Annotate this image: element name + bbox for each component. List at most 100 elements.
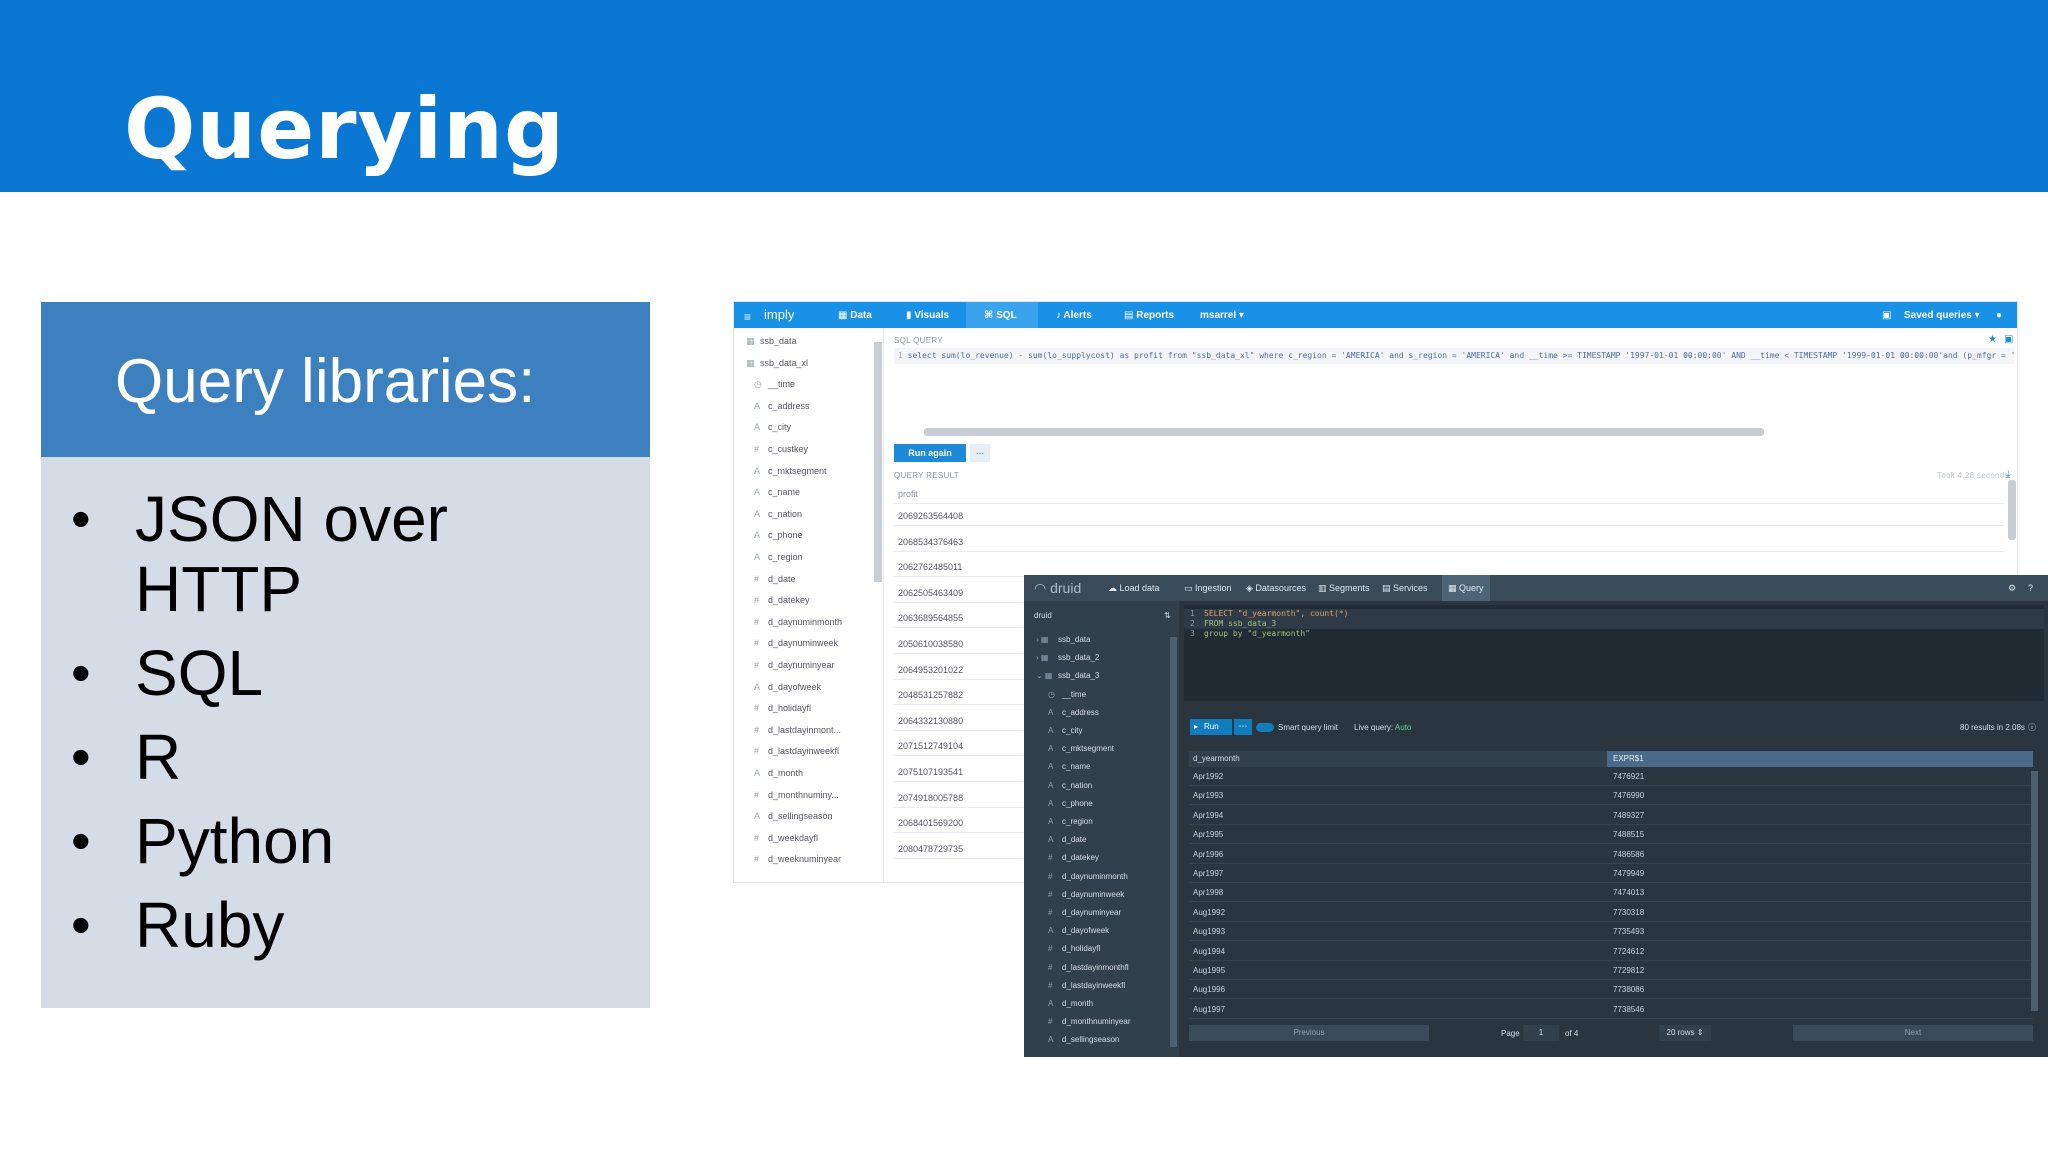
druid-sql-editor[interactable]: 1 SELECT "d_yearmonth", count(*) 2 FROM ss… xyxy=(1184,605,2044,701)
run-button[interactable]: ▸ Run xyxy=(1190,719,1232,735)
sidebar-item[interactable]: ◷ __time xyxy=(754,379,795,390)
sidebar-item[interactable]: # c_custkey xyxy=(754,444,808,454)
sidebar-item[interactable]: Ac_mktsegment xyxy=(1048,744,1114,753)
nav-reports[interactable]: ▤ Reports xyxy=(1124,310,1174,321)
live-query-label[interactable]: Live query: Auto xyxy=(1354,723,1411,732)
sidebar-item[interactable]: # d_holidayfl xyxy=(1048,944,1100,953)
sidebar-item[interactable]: # d_daynuminyear xyxy=(1048,908,1121,917)
nav-load-data[interactable]: ☁ Load data xyxy=(1108,583,1160,594)
results-scrollbar[interactable] xyxy=(2008,480,2016,540)
results-table: d_yearmonth EXPR$1 Apr1992 7476921 Apr1993… xyxy=(1189,751,2033,1021)
sidebar-item[interactable]: ▦ ssb_data xyxy=(746,336,797,347)
previous-button[interactable]: Previous xyxy=(1189,1025,1429,1041)
sidebar-item[interactable]: # d_monthnuminy... xyxy=(754,790,839,800)
sidebar-item[interactable]: # d_monthnuminyear xyxy=(1048,1017,1130,1026)
sidebar-item[interactable]: Ad_sellingseason xyxy=(754,811,833,821)
number-icon: # xyxy=(754,703,760,714)
star-icon[interactable]: ★ xyxy=(1988,334,1997,345)
sidebar-item[interactable]: Ad_month xyxy=(754,768,803,778)
more-options-button[interactable]: ... xyxy=(970,444,990,462)
sidebar-item[interactable]: Ac_phone xyxy=(1048,799,1093,808)
sidebar-item[interactable]: Ac_phone xyxy=(754,530,803,540)
column-header-selected[interactable]: EXPR$1 xyxy=(1607,751,2033,767)
sidebar-item[interactable]: # d_lastdayinweekfl xyxy=(754,746,839,756)
sidebar-item-label: d_daynuminyear xyxy=(768,660,835,670)
download-icon[interactable]: ⤓ xyxy=(2006,469,2011,480)
sidebar-item[interactable]: # d_daynuminweek xyxy=(754,638,838,648)
imply-logo: imply xyxy=(764,307,795,322)
sql-query-editor[interactable]: 1 select sum(lo_revenue) - sum(lo_supply… xyxy=(894,348,2014,364)
sidebar-item[interactable]: # d_datekey xyxy=(754,595,810,605)
sidebar-item[interactable]: # d_datekey xyxy=(1048,853,1099,862)
sidebar-item[interactable]: Ac_nation xyxy=(1048,781,1092,790)
sidebar-item[interactable]: Ad_date xyxy=(1048,835,1086,844)
sidebar-root[interactable]: druid xyxy=(1034,611,1052,620)
nav-datasources[interactable]: ◈ Datasources xyxy=(1246,583,1306,594)
sidebar-item[interactable]: Ac_city xyxy=(1048,726,1082,735)
nav-user[interactable]: msarrel ▾ xyxy=(1200,310,1244,321)
smart-query-limit-toggle[interactable] xyxy=(1256,723,1274,732)
sort-icon[interactable]: ⇅ xyxy=(1164,611,1171,620)
sidebar-item[interactable]: # d_daynuminyear xyxy=(754,660,835,670)
sidebar-item[interactable]: # d_lastdayinweekfl xyxy=(1048,981,1125,990)
cell-yearmonth: Aug1996 xyxy=(1193,985,1226,995)
sidebar-item[interactable]: ▦ ssb_data_xl xyxy=(746,358,808,369)
druid-query-screenshot: ◠ druid ☁ Load data ▭ Ingestion ◈ Dataso… xyxy=(1024,575,2048,1057)
sidebar-item[interactable]: Ac_region xyxy=(1048,817,1093,826)
sidebar-item[interactable]: Ad_dayofweek xyxy=(754,682,821,692)
user-icon[interactable]: ● xyxy=(1996,310,2002,321)
result-column-header[interactable]: profit xyxy=(894,484,2004,504)
nav-ingestion[interactable]: ▭ Ingestion xyxy=(1184,583,1232,594)
sidebar-item[interactable]: Ad_month xyxy=(1048,999,1093,1008)
sidebar-item[interactable]: ⌄ ▦ ssb_data_3 xyxy=(1036,671,1099,680)
sidebar-item[interactable]: # d_weeknuminyear xyxy=(754,854,841,864)
sidebar-item[interactable]: ◷ __time xyxy=(1048,690,1086,699)
sidebar-item[interactable]: Ad_dayofweek xyxy=(1048,926,1109,935)
sidebar-item[interactable]: Ac_address xyxy=(754,401,810,411)
results-scrollbar[interactable] xyxy=(2031,771,2038,1011)
nav-sql[interactable]: ⌘ SQL xyxy=(984,310,1017,321)
sidebar-item[interactable]: Ac_region xyxy=(754,552,803,562)
sidebar-item[interactable]: Ad_sellingseason xyxy=(1048,1035,1119,1044)
nav-visuals[interactable]: ▮ Visuals xyxy=(906,310,949,321)
saved-queries-menu[interactable]: Saved queries ▾ xyxy=(1904,310,1980,321)
page-input[interactable]: 1 xyxy=(1523,1025,1559,1041)
rows-per-page-select[interactable]: 20 rows ⇕ xyxy=(1659,1025,1711,1041)
sidebar-item[interactable]: › ▦ ssb_data_2 xyxy=(1036,653,1099,662)
nav-alerts[interactable]: ♪ Alerts xyxy=(1056,310,1092,321)
nav-data[interactable]: ▦ Data xyxy=(838,310,872,321)
sidebar-item[interactable]: # d_lastdayinmont... xyxy=(754,725,841,735)
sidebar-item[interactable]: # d_daynuminmonth xyxy=(1048,872,1128,881)
help-icon[interactable]: ? xyxy=(2028,583,2033,593)
sidebar-item[interactable]: Ac_mktsegment xyxy=(754,466,827,476)
info-icon[interactable]: ⓘ xyxy=(2028,722,2036,733)
editor-scrollbar[interactable] xyxy=(924,428,1764,436)
next-button[interactable]: Next xyxy=(1793,1025,2033,1041)
sidebar-item[interactable]: # d_holidayfl xyxy=(754,703,811,713)
run-options-button[interactable]: ⋯ xyxy=(1234,719,1252,735)
sidebar-item[interactable]: Ac_address xyxy=(1048,708,1099,717)
sidebar-item[interactable]: Ac_name xyxy=(754,487,800,497)
cell-count: 7489327 xyxy=(1613,810,1645,820)
sidebar-scrollbar[interactable] xyxy=(1170,637,1177,1047)
settings-icon[interactable]: ⚙ xyxy=(2008,583,2016,594)
monitor-icon[interactable]: ▣ xyxy=(1882,310,1891,321)
copy-icon[interactable]: ▣ xyxy=(2004,334,2014,345)
sidebar-item[interactable]: › ▦ ssb_data xyxy=(1036,635,1090,644)
sidebar-item[interactable]: Ac_nation xyxy=(754,509,802,519)
sidebar-scrollbar[interactable] xyxy=(874,342,882,582)
nav-query[interactable]: ▦ Query xyxy=(1448,583,1484,594)
sidebar-item[interactable]: # d_lastdayinmonthfl xyxy=(1048,963,1129,972)
nav-segments[interactable]: ▥ Segments xyxy=(1318,583,1370,594)
sidebar-item-label: c_city xyxy=(768,422,792,433)
sidebar-item[interactable]: # d_daynuminmonth xyxy=(754,617,842,627)
nav-services[interactable]: ▤ Services xyxy=(1382,583,1428,594)
column-header[interactable]: d_yearmonth xyxy=(1193,751,1240,767)
sidebar-item[interactable]: Ac_city xyxy=(754,422,791,432)
menu-icon[interactable]: ≡ xyxy=(744,310,751,324)
run-again-button[interactable]: Run again xyxy=(894,444,966,462)
sidebar-item[interactable]: # d_date xyxy=(754,574,796,584)
sidebar-item[interactable]: # d_weekdayfl xyxy=(754,833,818,843)
sidebar-item[interactable]: # d_daynuminweek xyxy=(1048,890,1124,899)
sidebar-item[interactable]: Ac_name xyxy=(1048,762,1090,771)
